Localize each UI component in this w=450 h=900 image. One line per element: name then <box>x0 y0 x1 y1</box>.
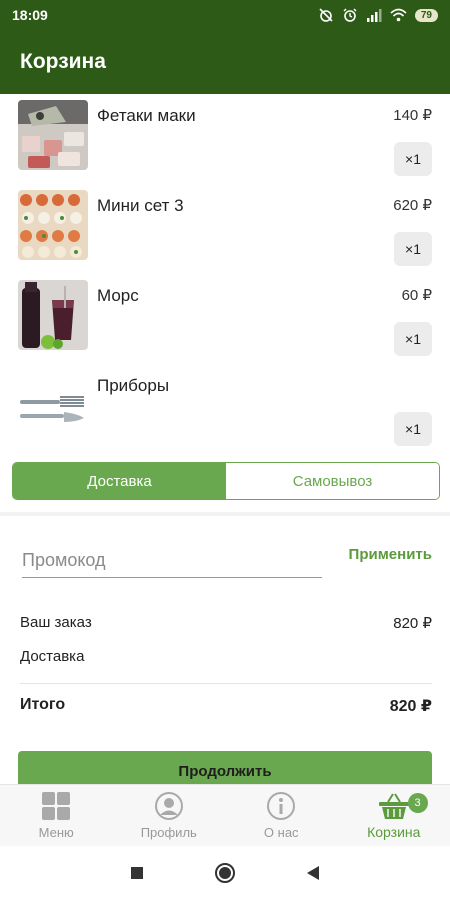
quantity-button[interactable]: ×1 <box>394 142 432 176</box>
basket-icon <box>378 792 409 819</box>
summary-divider <box>20 683 432 684</box>
total-summary-row: Итого 820 ₽ <box>20 696 432 716</box>
order-label: Ваш заказ <box>20 614 92 631</box>
promo-code-input[interactable] <box>22 544 322 578</box>
item-image <box>18 280 88 350</box>
section-divider <box>0 512 450 516</box>
delivery-option[interactable]: Доставка <box>13 463 226 499</box>
item-name: Приборы <box>97 376 170 395</box>
pickup-option[interactable]: Самовывоз <box>226 463 439 499</box>
nav-label-about: О нас <box>263 825 299 840</box>
delivery-label: Доставка <box>20 648 85 665</box>
quantity-button[interactable]: ×1 <box>394 322 432 356</box>
alarm-off-icon <box>319 8 333 22</box>
nav-item-about[interactable]: О нас <box>225 785 338 846</box>
system-nav-bar <box>0 846 450 900</box>
bottom-nav: Меню Профиль О нас Корзина 3 <box>0 784 450 846</box>
item-image <box>18 100 88 170</box>
app-bar: Корзина <box>0 30 450 94</box>
battery-indicator: 79 <box>414 8 438 22</box>
status-time: 18:09 <box>12 7 48 23</box>
nav-item-cart[interactable]: Корзина 3 <box>338 785 450 846</box>
nav-label-profile: Профиль <box>140 825 197 840</box>
delivery-toggle: Доставка Самовывоз <box>12 462 440 500</box>
nav-item-menu[interactable]: Меню <box>0 785 113 846</box>
cart-item[interactable]: Морс 60 ₽ ×1 <box>0 274 450 364</box>
wifi-icon <box>390 8 407 22</box>
item-price: 140 ₽ <box>393 107 432 124</box>
signal-icon <box>366 9 382 22</box>
item-name: Морс <box>97 286 139 305</box>
recent-apps-icon[interactable] <box>130 866 144 880</box>
item-name: Мини сет 3 <box>97 196 184 215</box>
grid-icon <box>42 792 71 820</box>
item-image <box>18 370 88 440</box>
page-title: Корзина <box>20 50 106 73</box>
status-icons: 79 <box>318 7 438 23</box>
item-name: Фетаки маки <box>97 106 196 125</box>
cart-item[interactable]: Фетаки маки 140 ₽ ×1 <box>0 94 450 184</box>
order-summary-row: Ваш заказ 820 ₽ <box>20 614 432 632</box>
item-price: 620 ₽ <box>393 197 432 214</box>
order-value: 820 ₽ <box>393 615 432 632</box>
back-icon[interactable] <box>306 865 320 881</box>
nav-label-cart: Корзина <box>367 823 421 840</box>
quantity-button[interactable]: ×1 <box>394 232 432 266</box>
cart-count-badge: 3 <box>407 793 428 813</box>
cart-item[interactable]: Приборы ×1 <box>0 364 450 454</box>
alarm-icon <box>343 8 357 22</box>
apply-promo-button[interactable]: Применить <box>349 546 432 563</box>
home-icon[interactable] <box>214 862 236 884</box>
total-label: Итого <box>20 696 66 713</box>
cart-item[interactable]: Мини сет 3 620 ₽ ×1 <box>0 184 450 274</box>
cart-list: Фетаки маки 140 ₽ ×1 Мини сет 3 620 ₽ ×1… <box>0 94 450 454</box>
delivery-summary-row: Доставка <box>20 648 432 665</box>
quantity-button[interactable]: ×1 <box>394 412 432 446</box>
nav-item-profile[interactable]: Профиль <box>113 785 226 846</box>
profile-icon <box>154 792 183 820</box>
status-bar: 18:09 79 <box>0 0 450 30</box>
info-icon <box>267 792 296 820</box>
item-image <box>18 190 88 260</box>
item-price: 60 ₽ <box>401 287 432 304</box>
total-value: 820 ₽ <box>389 698 432 715</box>
nav-label-menu: Меню <box>38 825 74 840</box>
